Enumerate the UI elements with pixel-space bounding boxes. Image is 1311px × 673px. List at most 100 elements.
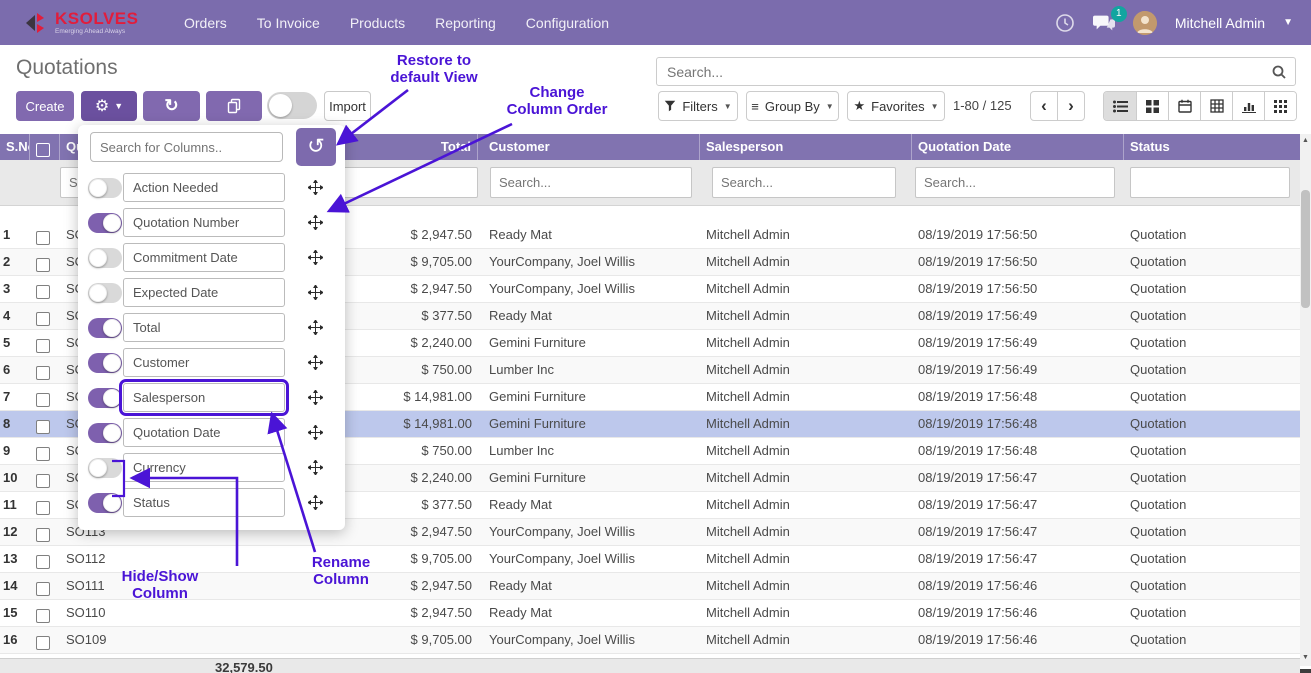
move-column-handle[interactable] bbox=[308, 495, 323, 515]
move-column-handle[interactable] bbox=[308, 425, 323, 445]
move-column-handle[interactable] bbox=[308, 460, 323, 480]
filters-button[interactable]: Filters▼ bbox=[658, 91, 738, 121]
duplicate-button[interactable] bbox=[206, 91, 262, 121]
calendar-view-button[interactable] bbox=[1168, 92, 1200, 120]
move-column-handle[interactable] bbox=[308, 215, 323, 235]
restore-default-view-button[interactable]: ↺ bbox=[296, 128, 336, 166]
filter-quotation-date-input[interactable] bbox=[915, 167, 1115, 198]
group-by-button[interactable]: ≡ Group By▼ bbox=[746, 91, 839, 121]
column-visibility-toggle[interactable] bbox=[88, 458, 122, 478]
scroll-up-arrow-icon[interactable]: ▲ bbox=[1300, 137, 1311, 144]
column-visibility-toggle[interactable] bbox=[88, 213, 122, 233]
row-checkbox[interactable] bbox=[36, 501, 50, 515]
move-column-handle[interactable] bbox=[308, 285, 323, 305]
vertical-scrollbar[interactable]: ▲ ▼ bbox=[1300, 134, 1311, 666]
row-checkbox[interactable] bbox=[36, 636, 50, 650]
column-visibility-toggle[interactable] bbox=[88, 493, 122, 513]
column-name-input[interactable] bbox=[123, 243, 285, 272]
move-column-handle[interactable] bbox=[308, 250, 323, 270]
table-row[interactable]: 15 SO110 $ 2,947.50 Ready Mat Mitchell A… bbox=[0, 600, 1300, 627]
user-name[interactable]: Mitchell Admin bbox=[1175, 15, 1265, 31]
row-checkbox[interactable] bbox=[36, 420, 50, 434]
column-visibility-toggle[interactable] bbox=[88, 248, 122, 268]
sno-cell: 4 bbox=[0, 303, 30, 329]
move-arrows-icon bbox=[308, 215, 323, 230]
row-checkbox[interactable] bbox=[36, 339, 50, 353]
column-visibility-toggle[interactable] bbox=[88, 318, 122, 338]
activity-view-button[interactable] bbox=[1264, 92, 1296, 120]
row-checkbox[interactable] bbox=[36, 231, 50, 245]
column-name-input[interactable] bbox=[123, 313, 285, 342]
create-button[interactable]: Create bbox=[16, 91, 74, 121]
refresh-button[interactable]: ↻ bbox=[143, 91, 200, 121]
row-checkbox[interactable] bbox=[36, 393, 50, 407]
move-column-handle[interactable] bbox=[308, 320, 323, 340]
row-checkbox[interactable] bbox=[36, 582, 50, 596]
column-settings-gear-button[interactable]: ⚙ ▼ bbox=[81, 91, 137, 121]
group-by-icon: ≡ bbox=[751, 99, 759, 114]
column-visibility-toggle[interactable] bbox=[88, 353, 122, 373]
graph-view-button[interactable] bbox=[1232, 92, 1264, 120]
salesperson-cell: Mitchell Admin bbox=[700, 384, 912, 410]
favorites-button[interactable]: ★ Favorites▼ bbox=[847, 91, 945, 121]
scrollbar-thumb[interactable] bbox=[1301, 190, 1310, 308]
user-avatar[interactable] bbox=[1133, 11, 1157, 35]
column-name-input[interactable] bbox=[123, 173, 285, 202]
filter-status-input[interactable] bbox=[1130, 167, 1290, 198]
column-name-input[interactable] bbox=[123, 278, 285, 307]
menu-item-reporting[interactable]: Reporting bbox=[435, 15, 496, 31]
pager-next-button[interactable]: › bbox=[1057, 91, 1085, 121]
column-header-status[interactable]: Status bbox=[1124, 134, 1300, 160]
messages-icon[interactable]: 1 bbox=[1093, 13, 1115, 33]
menu-item-products[interactable]: Products bbox=[350, 15, 405, 31]
toggle-knob bbox=[103, 424, 121, 442]
pivot-view-button[interactable] bbox=[1200, 92, 1232, 120]
kanban-view-button[interactable] bbox=[1136, 92, 1168, 120]
menu-item-orders[interactable]: Orders bbox=[184, 15, 227, 31]
import-button[interactable]: Import bbox=[324, 91, 371, 121]
column-visibility-toggle[interactable] bbox=[88, 283, 122, 303]
row-checkbox[interactable] bbox=[36, 555, 50, 569]
column-name-input[interactable] bbox=[123, 418, 285, 447]
activity-clock-icon[interactable] bbox=[1055, 13, 1075, 33]
status-cell: Quotation bbox=[1124, 519, 1300, 545]
filter-salesperson-input[interactable] bbox=[712, 167, 896, 198]
column-visibility-toggle[interactable] bbox=[88, 423, 122, 443]
row-checkbox[interactable] bbox=[36, 312, 50, 326]
column-name-input[interactable] bbox=[123, 488, 285, 517]
row-checkbox[interactable] bbox=[36, 447, 50, 461]
pager-previous-button[interactable]: ‹ bbox=[1030, 91, 1058, 121]
move-column-handle[interactable] bbox=[308, 355, 323, 375]
column-visibility-toggle[interactable] bbox=[88, 388, 122, 408]
row-checkbox[interactable] bbox=[36, 366, 50, 380]
scroll-down-arrow-icon[interactable]: ▼ bbox=[1300, 654, 1311, 661]
column-header-quotation-date[interactable]: Quotation Date bbox=[912, 134, 1124, 160]
row-checkbox[interactable] bbox=[36, 285, 50, 299]
row-checkbox[interactable] bbox=[36, 528, 50, 542]
table-row[interactable]: 16 SO109 $ 9,705.00 YourCompany, Joel Wi… bbox=[0, 627, 1300, 654]
column-name-input[interactable] bbox=[123, 383, 285, 412]
row-checkbox[interactable] bbox=[36, 609, 50, 623]
column-search-input[interactable] bbox=[90, 132, 283, 162]
column-header-sno[interactable]: S.No bbox=[0, 134, 30, 160]
select-all-checkbox[interactable] bbox=[36, 143, 50, 157]
row-checkbox[interactable] bbox=[36, 258, 50, 272]
column-header-select-all[interactable] bbox=[30, 134, 60, 160]
column-name-input[interactable] bbox=[123, 208, 285, 237]
move-column-handle[interactable] bbox=[308, 180, 323, 200]
user-menu-caret-icon[interactable]: ▼ bbox=[1283, 17, 1293, 28]
filter-customer-input[interactable] bbox=[490, 167, 692, 198]
toolbar-toggle[interactable] bbox=[267, 92, 317, 119]
column-header-customer[interactable]: Customer bbox=[483, 134, 700, 160]
list-view-button[interactable] bbox=[1104, 92, 1136, 120]
column-visibility-toggle[interactable] bbox=[88, 178, 122, 198]
column-name-input[interactable] bbox=[123, 348, 285, 377]
row-checkbox[interactable] bbox=[36, 474, 50, 488]
move-column-handle[interactable] bbox=[308, 390, 323, 410]
menu-item-configuration[interactable]: Configuration bbox=[526, 15, 609, 31]
search-input[interactable] bbox=[657, 58, 1295, 85]
column-name-input[interactable] bbox=[123, 453, 285, 482]
column-header-salesperson[interactable]: Salesperson bbox=[700, 134, 912, 160]
search-icon[interactable] bbox=[1271, 64, 1287, 80]
menu-item-to-invoice[interactable]: To Invoice bbox=[257, 15, 320, 31]
